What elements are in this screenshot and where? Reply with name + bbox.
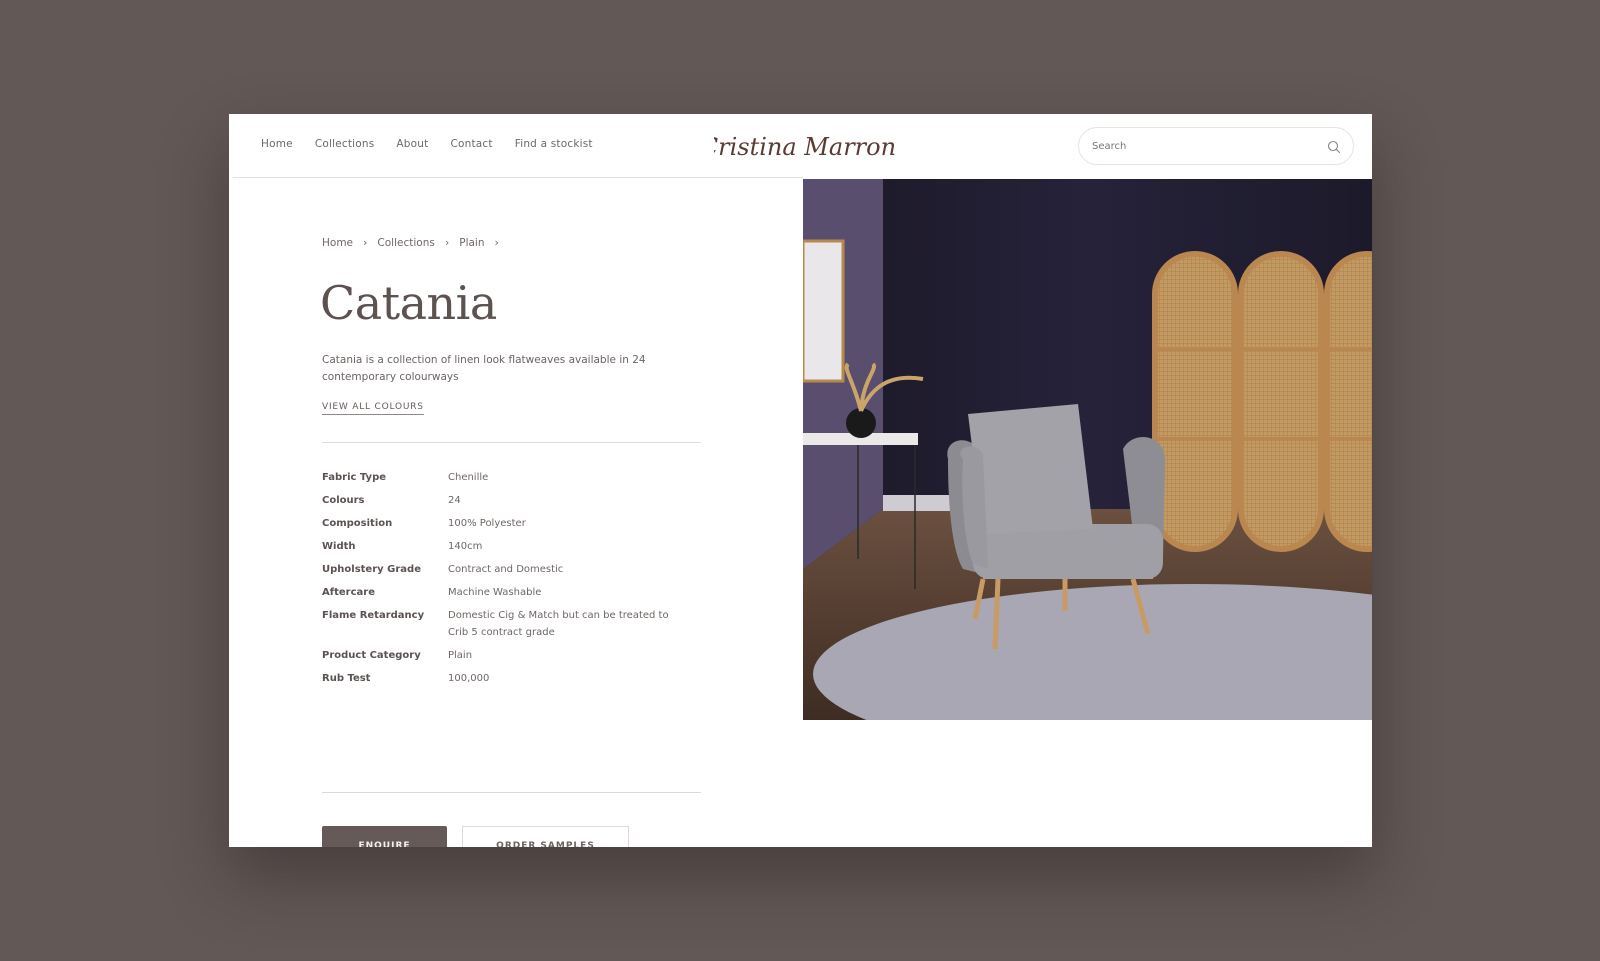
spec-value: 100,000 xyxy=(448,673,490,684)
spec-label: Composition xyxy=(322,518,393,529)
search-box xyxy=(1078,127,1354,165)
breadcrumb-plain[interactable]: Plain xyxy=(459,237,484,249)
spec-table: Fabric Type Chenille Colours 24 Composit… xyxy=(322,469,701,693)
spec-label: Product Category xyxy=(322,650,421,661)
divider xyxy=(322,792,701,793)
spec-label: Width xyxy=(322,541,356,552)
spec-label: Rub Test xyxy=(322,673,371,684)
spec-label: Colours xyxy=(322,495,365,506)
breadcrumb-collections[interactable]: Collections xyxy=(377,237,434,249)
header-divider xyxy=(233,177,803,178)
divider xyxy=(322,442,701,443)
spec-row: Rub Test 100,000 xyxy=(322,670,701,687)
spec-row: Composition 100% Polyester xyxy=(322,515,701,532)
nav-find-a-stockist[interactable]: Find a stockist xyxy=(515,138,593,150)
rattan-screen xyxy=(1152,251,1372,552)
spec-value: 24 xyxy=(448,495,461,506)
search-icon[interactable] xyxy=(1327,140,1341,154)
page-card: Home Collections About Contact Find a st… xyxy=(229,114,1372,847)
product-title: Catania xyxy=(320,276,497,330)
site-header: Home Collections About Contact Find a st… xyxy=(229,114,1372,178)
spec-label: Fabric Type xyxy=(322,472,387,483)
spec-value: Machine Washable xyxy=(448,587,542,598)
spec-value: 100% Polyester xyxy=(448,518,526,529)
spec-value: Contract and Domestic xyxy=(448,564,564,575)
order-samples-button[interactable]: ORDER SAMPLES xyxy=(462,826,629,847)
product-description: Catania is a collection of linen look fl… xyxy=(322,354,646,383)
spec-row: Colours 24 xyxy=(322,492,701,509)
spec-row: Flame Retardancy Domestic Cig & Match bu… xyxy=(322,607,701,641)
chevron-right-icon: › xyxy=(363,236,368,249)
spec-row: Width 140cm xyxy=(322,538,701,555)
spec-row: Product Category Plain xyxy=(322,647,701,664)
enquire-button[interactable]: ENQUIRE xyxy=(322,826,447,847)
brand-logo-wordmark: Cristina Marrone xyxy=(714,133,896,161)
brand-logo-text: Cristina Marrone xyxy=(714,133,896,161)
room-scene-illustration xyxy=(803,179,1372,720)
spec-label: Upholstery Grade xyxy=(322,564,421,575)
view-all-colours-link[interactable]: VIEW ALL COLOURS xyxy=(322,402,424,415)
spec-value: Plain xyxy=(448,650,473,661)
search-input[interactable] xyxy=(1092,137,1312,155)
spec-row: Aftercare Machine Washable xyxy=(322,584,701,601)
breadcrumb: Home › Collections › Plain › xyxy=(322,236,509,249)
nav-about[interactable]: About xyxy=(396,138,428,150)
breadcrumb-home[interactable]: Home xyxy=(322,237,353,249)
hero-image xyxy=(803,179,1372,720)
spec-row: Fabric Type Chenille xyxy=(322,469,701,486)
nav-collections[interactable]: Collections xyxy=(315,138,375,150)
nav-home[interactable]: Home xyxy=(261,138,293,150)
chevron-right-icon: › xyxy=(494,236,499,249)
main-nav: Home Collections About Contact Find a st… xyxy=(261,138,593,150)
spec-value: Domestic Cig & Match but can be treated … xyxy=(448,610,669,638)
spec-label: Flame Retardancy xyxy=(322,610,425,621)
spec-row: Upholstery Grade Contract and Domestic xyxy=(322,561,701,578)
brand-logo[interactable]: Cristina Marrone xyxy=(714,128,896,164)
chevron-right-icon: › xyxy=(444,236,450,249)
spec-value: Chenille xyxy=(448,472,489,483)
spec-value: 140cm xyxy=(448,541,483,552)
spec-label: Aftercare xyxy=(322,587,375,598)
nav-contact[interactable]: Contact xyxy=(450,138,492,150)
